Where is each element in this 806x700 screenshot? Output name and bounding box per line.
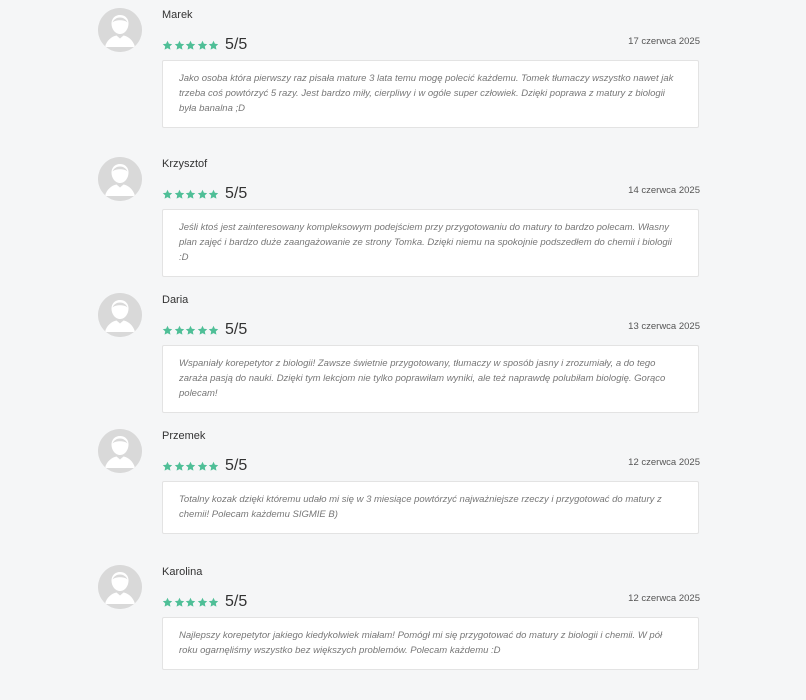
- star-icon: [208, 461, 219, 472]
- star-icon: [174, 40, 185, 51]
- star-icon: [185, 189, 196, 200]
- star-icon: [162, 597, 173, 608]
- star-icon: [197, 597, 208, 608]
- rating-score: 5/5: [224, 321, 248, 338]
- star-icon: [174, 597, 185, 608]
- star-rating: 5/5: [162, 37, 247, 53]
- review-text: Najlepszy korepetytor jakiego kiedykolwi…: [162, 617, 699, 670]
- rating-score: 5/5: [224, 593, 248, 610]
- review-date: 13 czerwca 2025: [628, 321, 700, 332]
- star-rating: 5/5: [162, 458, 247, 474]
- star-icon: [162, 40, 173, 51]
- star-rating: 5/5: [162, 186, 247, 202]
- review-date: 17 czerwca 2025: [628, 36, 700, 47]
- star-icon: [208, 40, 219, 51]
- star-icon: [197, 325, 208, 336]
- star-icon: [162, 461, 173, 472]
- star-icon: [174, 461, 185, 472]
- star-icon: [197, 189, 208, 200]
- user-avatar-icon: [98, 565, 142, 609]
- user-avatar-icon: [98, 157, 142, 201]
- review-text: Jeśli ktoś jest zainteresowany komplekso…: [162, 209, 699, 277]
- star-icon: [174, 189, 185, 200]
- star-icon: [162, 325, 173, 336]
- reviewer-name: Karolina: [162, 566, 203, 578]
- star-rating: 5/5: [162, 594, 247, 610]
- star-icon: [185, 461, 196, 472]
- review-date: 12 czerwca 2025: [628, 593, 700, 604]
- review-text: Totalny kozak dzięki któremu udało mi si…: [162, 481, 699, 534]
- review-date: 12 czerwca 2025: [628, 457, 700, 468]
- star-icon: [174, 325, 185, 336]
- star-icon: [185, 40, 196, 51]
- reviewer-name: Krzysztof: [162, 158, 208, 170]
- review-date: 14 czerwca 2025: [628, 185, 700, 196]
- rating-score: 5/5: [224, 185, 248, 202]
- star-icon: [208, 325, 219, 336]
- star-rating: 5/5: [162, 322, 247, 338]
- user-avatar-icon: [98, 429, 142, 473]
- user-avatar-icon: [98, 293, 142, 337]
- user-avatar-icon: [98, 8, 142, 52]
- rating-score: 5/5: [224, 457, 248, 474]
- review-text: Jako osoba która pierwszy raz pisała mat…: [162, 60, 699, 128]
- star-icon: [185, 325, 196, 336]
- rating-score: 5/5: [224, 36, 248, 53]
- reviewer-name: Przemek: [162, 430, 206, 442]
- star-icon: [197, 40, 208, 51]
- star-icon: [185, 597, 196, 608]
- reviewer-name: Daria: [162, 294, 189, 306]
- star-icon: [197, 461, 208, 472]
- star-icon: [208, 597, 219, 608]
- star-icon: [162, 189, 173, 200]
- star-icon: [208, 189, 219, 200]
- review-text: Wspaniały korepetytor z biologii! Zawsze…: [162, 345, 699, 413]
- reviewer-name: Marek: [162, 9, 193, 21]
